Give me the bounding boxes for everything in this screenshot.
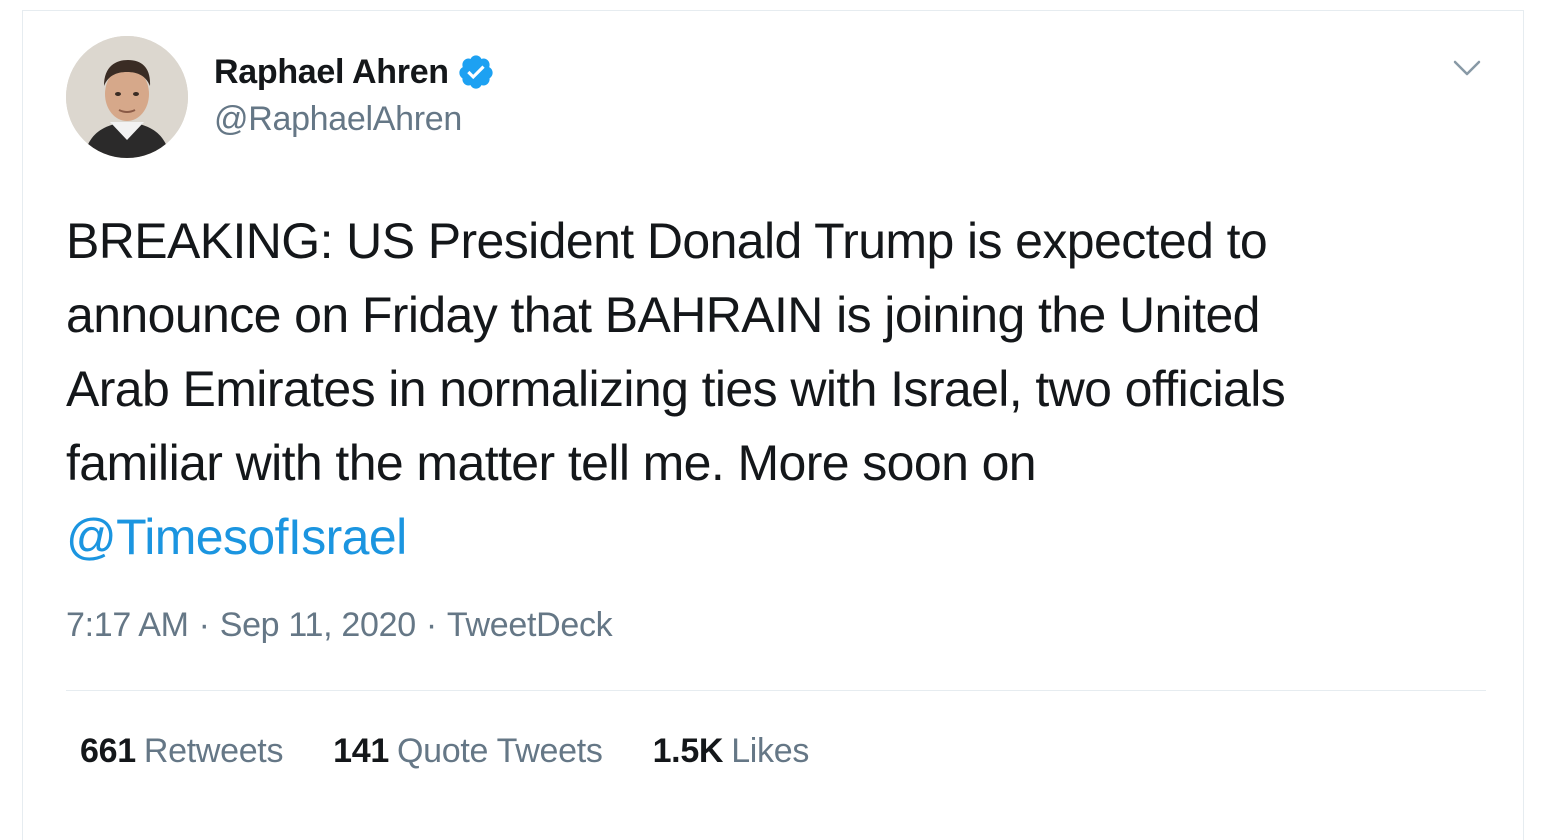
author-name[interactable]: Raphael Ahren	[214, 53, 449, 92]
tweet-text-line: familiar with the matter tell me. More s…	[66, 435, 1037, 491]
likes-count: 1.5K	[652, 732, 724, 770]
author-handle[interactable]: @RaphaelAhren	[214, 100, 462, 139]
tweet-time[interactable]: 7:17 AM	[66, 606, 189, 645]
avatar[interactable]	[66, 36, 188, 158]
tweet-text-line: BREAKING: US President Donald Trump is e…	[66, 213, 1268, 269]
retweets-count: 661	[80, 732, 136, 770]
meta-separator: ·	[425, 606, 437, 644]
tweet-source[interactable]: TweetDeck	[447, 606, 613, 645]
mention-link[interactable]: @TimesofIsrael	[66, 509, 407, 565]
retweets-stat[interactable]: 661 Retweets	[80, 732, 283, 771]
verified-badge-icon	[457, 53, 495, 91]
quote-tweets-count: 141	[333, 732, 389, 770]
tweet-text-line: Arab Emirates in normalizing ties with I…	[66, 361, 1286, 417]
chevron-down-icon[interactable]	[1450, 54, 1484, 82]
quote-tweets-stat[interactable]: 141 Quote Tweets	[333, 732, 603, 771]
likes-stat[interactable]: 1.5K Likes	[653, 732, 810, 771]
retweets-label: Retweets	[143, 732, 284, 770]
likes-label: Likes	[731, 732, 810, 770]
divider	[66, 690, 1486, 691]
tweet-date[interactable]: Sep 11, 2020	[220, 606, 416, 645]
tweet-text: BREAKING: US President Donald Trump is e…	[66, 204, 1506, 574]
tweet-meta: 7:17 AM · Sep 11, 2020 · TweetDeck	[66, 606, 613, 645]
tweet-text-line: announce on Friday that BAHRAIN is joini…	[66, 287, 1260, 343]
quote-tweets-label: Quote Tweets	[396, 732, 603, 770]
meta-separator: ·	[198, 606, 210, 644]
author-name-row[interactable]: Raphael Ahren	[214, 50, 495, 94]
tweet-stats: 661 Retweets 141 Quote Tweets 1.5K Likes	[80, 732, 859, 771]
